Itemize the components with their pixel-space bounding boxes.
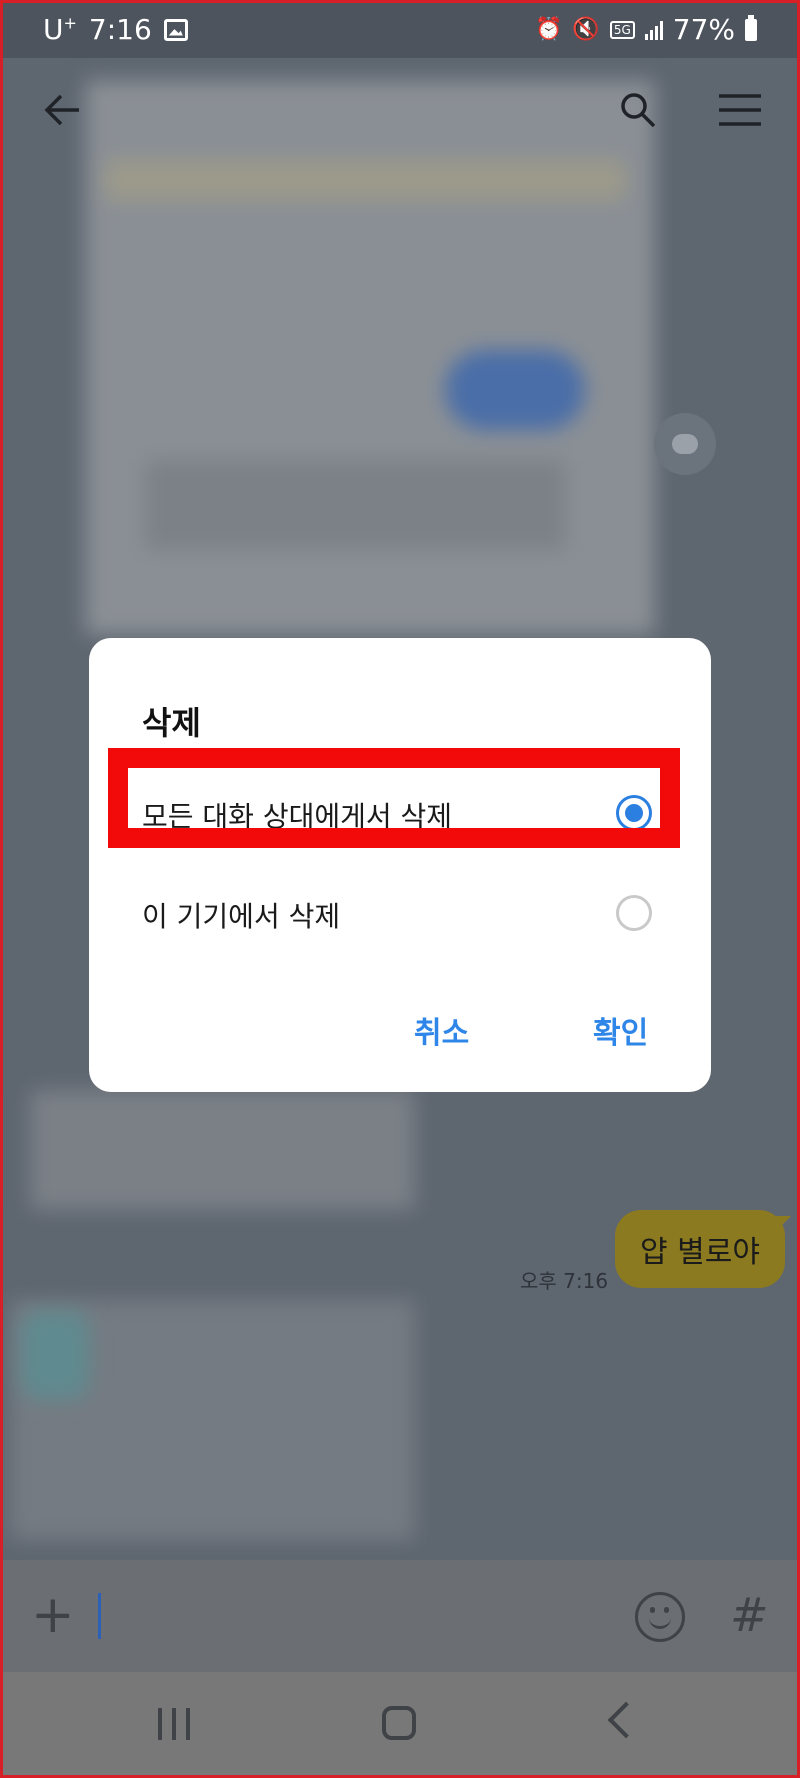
radio-unselected-icon[interactable] (616, 895, 652, 931)
confirm-button[interactable]: 확인 (593, 1008, 648, 1052)
emoji-icon[interactable] (635, 1592, 685, 1642)
option-label: 이 기기에서 삭제 (142, 900, 341, 933)
carrier-label: U+ (43, 13, 77, 46)
search-icon[interactable] (618, 90, 658, 130)
battery-percentage: 77% (672, 13, 735, 46)
blurred-image-message (85, 80, 655, 635)
plus-icon[interactable]: + (31, 1589, 75, 1641)
radio-selected-icon[interactable] (616, 795, 652, 831)
hashtag-icon[interactable]: # (730, 1588, 769, 1642)
message-input-field[interactable] (98, 1593, 101, 1639)
option-delete-on-device[interactable]: 이 기기에서 삭제 (89, 875, 711, 955)
battery-icon (745, 14, 757, 41)
hamburger-menu-icon[interactable] (717, 90, 763, 130)
status-time: 7:16 (88, 13, 152, 46)
my-message-bubble[interactable]: 얍 별로야 (615, 1210, 785, 1288)
status-bar: U+ 7:16 ⏰ 🔇 5G 77% (3, 3, 797, 58)
message-time: 오후 7:16 (520, 1269, 609, 1293)
message-input-bar: + # (3, 1560, 797, 1672)
chat-header (3, 58, 797, 148)
home-icon[interactable] (382, 1706, 416, 1740)
blurred-message (30, 1090, 415, 1210)
delete-dialog: 삭제 모든 대화 상대에게서 삭제 이 기기에서 삭제 취소 확인 (89, 638, 711, 1092)
option-label: 모든 대화 상대에게서 삭제 (142, 800, 453, 833)
alarm-icon: ⏰ (535, 17, 563, 42)
status-left: U+ 7:16 (43, 13, 188, 46)
blurred-avatar (20, 1310, 90, 1400)
recent-apps-icon[interactable] (158, 1708, 190, 1740)
signal-icon (644, 20, 663, 40)
image-notification-icon (163, 18, 188, 41)
mute-icon: 🔇 (572, 17, 600, 42)
back-arrow-icon[interactable] (43, 90, 83, 130)
system-nav-bar (3, 1672, 797, 1775)
cancel-button[interactable]: 취소 (414, 1008, 469, 1052)
option-delete-for-all[interactable]: 모든 대화 상대에게서 삭제 (89, 775, 711, 855)
chat-bubble-icon[interactable] (654, 413, 716, 475)
status-right: ⏰ 🔇 5G 77% (535, 13, 757, 46)
nav-back-icon[interactable] (607, 1701, 645, 1739)
dialog-title: 삭제 (142, 704, 201, 742)
network-type-badge: 5G (609, 20, 635, 39)
